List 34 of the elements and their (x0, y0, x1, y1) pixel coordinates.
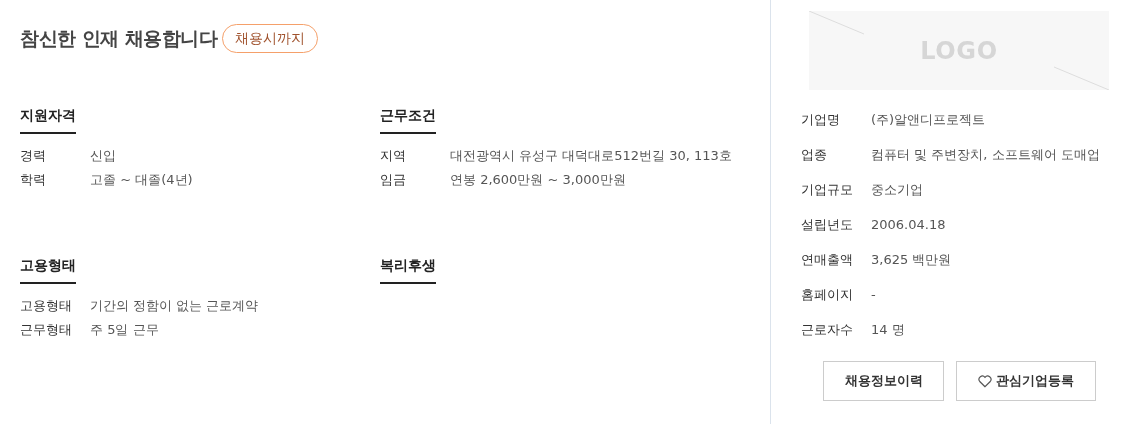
field-label: 경력 (20, 147, 47, 165)
company-value: 3,625 백만원 (871, 250, 952, 269)
job-title: 참신한 인재 채용합니다 (20, 26, 218, 52)
field-label: 근무형태 (20, 321, 73, 339)
company-label: 홈페이지 (801, 285, 854, 304)
company-value: 중소기업 (871, 180, 923, 199)
field-label: 임금 (380, 171, 407, 189)
field-value: 대전광역시 유성구 대덕대로512번길 30, 113호 (450, 147, 732, 165)
field-value: 고졸 ~ 대졸(4년) (90, 171, 193, 189)
section-heading: 복리후생 (380, 255, 436, 284)
section-heading: 지원자격 (20, 105, 76, 134)
company-label: 기업규모 (801, 180, 854, 199)
history-button[interactable]: 채용정보이력 (823, 361, 944, 401)
company-label: 설립년도 (801, 215, 854, 234)
section-heading: 고용형태 (20, 255, 76, 284)
field-value: 기간의 정함이 없는 근로계약 (90, 297, 259, 315)
field-label: 학력 (20, 171, 47, 189)
field-label: 고용형태 (20, 297, 73, 315)
field-value: 주 5일 근무 (90, 321, 159, 339)
company-value: 컴퓨터 및 주변장치, 소프트웨어 도매업 (871, 145, 1100, 164)
favorite-button[interactable]: 관심기업등록 (956, 361, 1096, 401)
field-value: 신입 (90, 147, 116, 165)
company-value: (주)알앤디프로젝트 (871, 110, 986, 129)
company-value: 2006.04.18 (871, 215, 946, 234)
field-value: 연봉 2,600만원 ~ 3,000만원 (450, 171, 626, 189)
company-label: 연매출액 (801, 250, 854, 269)
company-label: 근로자수 (801, 320, 854, 339)
company-label: 업종 (801, 145, 828, 164)
company-value: - (871, 285, 876, 304)
section-heading: 근무조건 (380, 105, 436, 134)
company-label: 기업명 (801, 110, 841, 129)
company-value: 14 명 (871, 320, 905, 339)
field-label: 지역 (380, 147, 407, 165)
heart-icon (978, 374, 992, 388)
